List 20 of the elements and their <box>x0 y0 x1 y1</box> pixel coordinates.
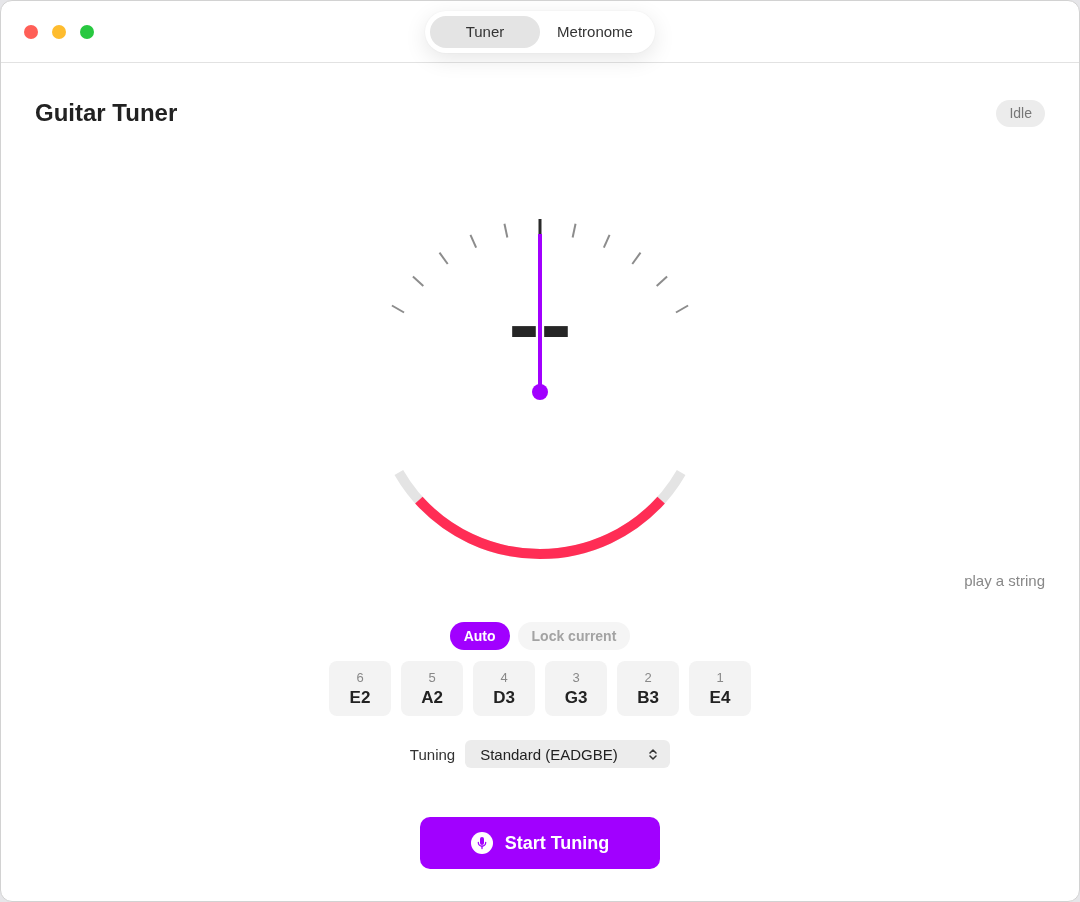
tab[interactable]: Metronome <box>540 15 650 48</box>
string-button[interactable]: 5 A2 <box>401 661 463 716</box>
mode-button[interactable]: Auto <box>449 622 510 650</box>
minimize-icon[interactable] <box>52 24 66 39</box>
page-title: Guitar Tuner <box>35 98 178 128</box>
status-badge: Idle <box>996 99 1045 127</box>
string-button[interactable]: 3 G3 <box>545 661 607 716</box>
string-button[interactable]: 6 E2 <box>329 661 391 716</box>
chevron-icon <box>649 747 658 761</box>
close-icon[interactable] <box>24 24 38 39</box>
tuning-select[interactable]: Standard (EADGBE) <box>465 740 671 768</box>
hint-text: play a string <box>964 572 1045 590</box>
tuning-label: Tuning <box>409 745 456 763</box>
start-button[interactable]: Start Tuning <box>420 817 660 869</box>
string-button[interactable]: 2 B3 <box>617 661 679 716</box>
maximize-icon[interactable] <box>80 24 94 39</box>
string-button[interactable]: 4 D3 <box>473 661 535 716</box>
string-button[interactable]: 1 E4 <box>689 661 751 716</box>
microphone-icon <box>470 832 493 854</box>
tab[interactable]: Tuner <box>430 15 540 48</box>
